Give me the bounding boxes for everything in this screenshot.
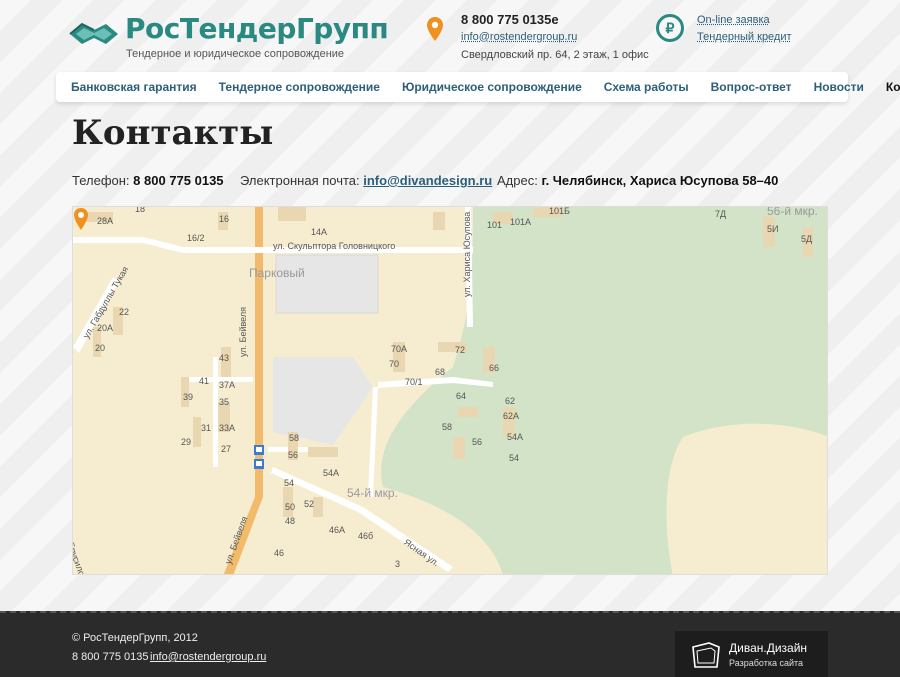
map-label-house: 18 [135, 206, 146, 214]
map-label-house: 68 [435, 367, 446, 377]
map-label-house: 16/2 [187, 233, 205, 243]
map-label-house: 16 [219, 214, 230, 224]
map-label-house: 64 [456, 391, 467, 401]
map-label-house: 62 [505, 396, 516, 406]
map-label-house: 43 [219, 353, 230, 363]
developer-subtitle: Разработка сайта [729, 658, 804, 668]
logo-subtitle: Тендерное и юридическое сопровождение [126, 48, 345, 60]
handshake-logo-icon [69, 22, 118, 44]
map-label-house: 66 [489, 363, 500, 373]
nav-item-legal-support[interactable]: Юридическое сопровождение [402, 80, 582, 94]
map-label-house: 54 [509, 453, 520, 463]
developer-badge[interactable]: Диван.Дизайн Разработка сайта [675, 631, 828, 677]
logo[interactable]: РосТендерГрупп Тендерное и юридическое с… [68, 12, 389, 62]
location-pin-icon [427, 17, 443, 41]
map-label-house: 3 [395, 559, 401, 569]
email-label: Электронная почта: [240, 173, 360, 188]
map-label-house: 62А [503, 411, 520, 421]
map-label-house: 46 [274, 548, 285, 558]
header-services: ₽ On-line заявка Тендерный кредит [656, 14, 816, 50]
map-label-house: 50 [285, 502, 296, 512]
nav-item-bank-guarantee[interactable]: Банковская гарантия [71, 80, 197, 94]
main-nav: Банковская гарантия Тендерное сопровожде… [56, 72, 900, 102]
email-info: Электронная почта: info@divandesign.ru [240, 173, 492, 188]
map-label-house: 101 [487, 220, 503, 230]
map-label-house: 46б [358, 531, 374, 541]
map-label-house: 54А [507, 432, 524, 442]
ruble-icon: ₽ [656, 14, 684, 42]
phone-info: Телефон: 8 800 775 0135 [72, 173, 224, 188]
map-label-house: 101Б [549, 206, 570, 216]
logo-title: РосТендерГрупп [125, 12, 389, 45]
address-info: Адрес: г. Челябинск, Хариса Юсупова 58–4… [497, 173, 778, 188]
map-label-district-56: 56-й мкр. [767, 206, 818, 218]
developer-title: Диван.Дизайн [729, 641, 808, 655]
map-label-house: 20А [97, 323, 114, 333]
address-label: Адрес: [497, 173, 538, 188]
map-label-house: 37А [219, 380, 236, 390]
map-label-house: 56 [288, 450, 299, 460]
map-label-house: 5И [767, 224, 779, 234]
map-label-house: 33А [219, 423, 236, 433]
map-label-house: 54А [323, 468, 340, 478]
map-label-house: 22 [119, 307, 130, 317]
map-label-house: 54 [284, 478, 295, 488]
email-value-link[interactable]: info@divandesign.ru [363, 173, 492, 188]
map-label-house: 14А [311, 227, 328, 237]
map-label-house: 56 [472, 437, 483, 447]
map-label-district-54: 54-й мкр. [347, 486, 398, 500]
nav-item-faq[interactable]: Вопрос-ответ [711, 80, 792, 94]
map-label-house: 7Д [715, 209, 727, 219]
map-label-house: 70/1 [405, 377, 423, 387]
online-request-link[interactable]: On-line заявка [697, 14, 770, 26]
header-contacts: 8 800 775 0135е info@rostendergroup.ru С… [426, 12, 649, 62]
location-map[interactable]: ул. Скульптора Головницкого Парковый ул.… [72, 206, 828, 575]
map-label-house: 48 [285, 516, 296, 526]
map-label-house: 58 [289, 433, 300, 443]
footer: © РосТендерГрупп, 2012 8 800 775 0135 in… [0, 611, 900, 677]
map-label-house: 70 [389, 359, 400, 369]
footer-email-link[interactable]: info@rostendergroup.ru [150, 651, 266, 663]
footer-phone: 8 800 775 0135 [72, 651, 149, 663]
nav-item-work-scheme[interactable]: Схема работы [604, 80, 689, 94]
nav-item-tender-support[interactable]: Тендерное сопровождение [219, 80, 380, 94]
contact-info-row: Телефон: 8 800 775 0135 Электронная почт… [72, 173, 832, 191]
header-email-link[interactable]: info@rostendergroup.ru [461, 31, 577, 43]
bus-stop-icon [254, 445, 264, 455]
map-label-house: 28А [97, 216, 114, 226]
bus-stop-icon [254, 459, 264, 469]
header-phone: 8 800 775 0135е [461, 12, 559, 27]
map-label-district-parkovy: Парковый [249, 266, 305, 280]
nav-item-contacts[interactable]: Контакты [886, 80, 900, 94]
page-title: Контакты [72, 113, 274, 153]
map-canvas [73, 207, 827, 574]
map-label-street-golovnitsky: ул. Скульптора Головницкого [273, 241, 396, 251]
map-label-house: 5Д [801, 234, 813, 244]
nav-item-news[interactable]: Новости [814, 80, 864, 94]
map-label-house: 29 [181, 437, 192, 447]
address-value: г. Челябинск, Хариса Юсупова 58–40 [541, 173, 779, 188]
footer-copyright: © РосТендерГрупп, 2012 [72, 632, 198, 644]
phone-value: 8 800 775 0135 [133, 173, 224, 188]
map-label-house: 31 [201, 423, 212, 433]
map-label-house: 58 [442, 422, 453, 432]
map-label-house: 46А [329, 525, 346, 535]
map-label-house: 41 [199, 376, 210, 386]
map-label-house: 35 [219, 397, 230, 407]
tender-credit-link[interactable]: Тендерный кредит [697, 31, 792, 43]
map-label-house: 52 [304, 499, 315, 509]
header: РосТендерГрупп Тендерное и юридическое с… [0, 0, 900, 72]
header-address: Свердловский пр. 64, 2 этаж, 1 офис [461, 49, 649, 61]
map-label-street-yusupova: ул. Хариса Юсупова [462, 211, 472, 297]
phone-label: Телефон: [72, 173, 130, 188]
map-label-house: 70А [391, 344, 408, 354]
map-label-house: 101А [510, 217, 532, 227]
map-label-house: 72 [455, 345, 466, 355]
map-marker-icon[interactable] [73, 207, 89, 231]
map-label-house: 20 [95, 343, 106, 353]
map-label-house: 39 [183, 392, 194, 402]
map-label-street-beyvelya: ул. Бейвеля [238, 306, 248, 357]
map-label-house: 27 [221, 444, 232, 454]
sofa-logo-icon [692, 642, 720, 668]
